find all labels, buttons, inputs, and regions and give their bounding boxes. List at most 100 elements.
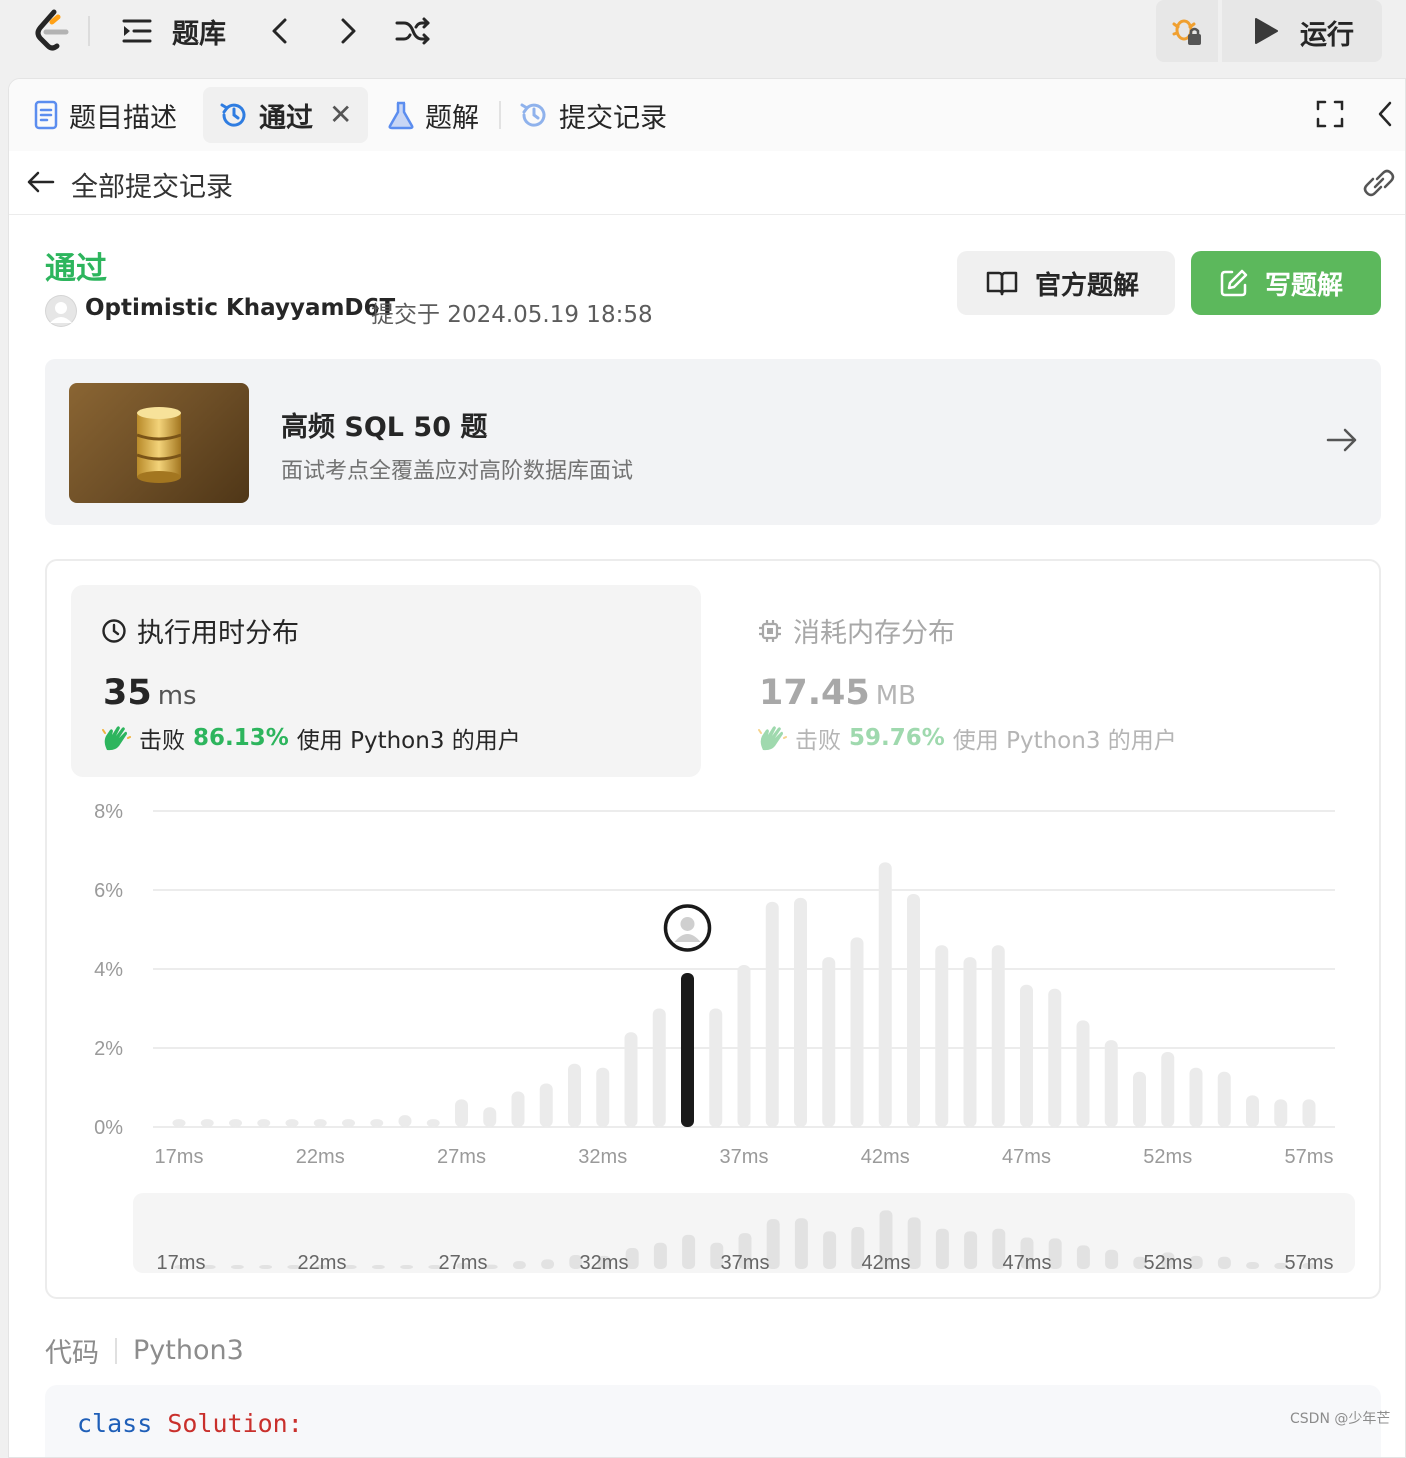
runtime-heading: 执行用时分布	[101, 611, 299, 650]
bar	[285, 1119, 299, 1127]
edit-icon	[1220, 269, 1248, 297]
user-name[interactable]: Optimistic KhayyamD6T	[85, 295, 395, 321]
bug-lock-icon	[1172, 19, 1201, 45]
bar	[850, 937, 864, 1127]
write-solution-button[interactable]: 写题解	[1191, 251, 1381, 315]
top-navbar: 题库 运行	[0, 0, 1406, 62]
bar	[539, 1083, 553, 1127]
write-solution-label: 写题解	[1265, 270, 1344, 301]
memory-value: 17.45 MB	[759, 673, 916, 713]
flask-icon	[388, 101, 414, 130]
debug-button[interactable]	[1156, 0, 1218, 62]
runtime-distribution-chart[interactable]: 0% 2% 4% 6% 8% 17ms 22ms 27ms 32ms 37ms 42ms 47ms 52…	[47, 791, 1379, 1191]
divider	[88, 16, 90, 46]
bar	[878, 862, 892, 1127]
bar	[426, 1119, 440, 1127]
arrow-right-icon[interactable]	[1325, 425, 1359, 455]
bar	[342, 1119, 355, 1127]
mini-bar	[400, 1265, 414, 1269]
clock-icon	[102, 618, 126, 643]
leetcode-logo-icon[interactable]	[30, 8, 70, 54]
tab-description[interactable]: 题目描述	[33, 87, 177, 143]
fullscreen-icon[interactable]	[1315, 99, 1345, 129]
x-tick-label: 42ms	[861, 1146, 910, 1168]
official-solution-button[interactable]: 官方题解	[957, 251, 1175, 315]
run-button[interactable]: 运行	[1222, 0, 1382, 62]
mini-x-tick-label: 37ms	[721, 1252, 770, 1273]
runtime-stat[interactable]: 执行用时分布 35 ms 击败 86.13% 使用 Python3 的用户	[71, 585, 701, 777]
document-icon	[34, 100, 58, 130]
problem-list-icon[interactable]	[120, 15, 154, 47]
bar	[907, 893, 920, 1127]
user-marker-head	[680, 916, 695, 931]
submission-status: 通过	[45, 251, 107, 287]
submission-panel: 题目描述 通过 ✕ 题解 提交记录 全部提交记录 通过 Optimistic K…	[8, 78, 1406, 1458]
all-submissions-link[interactable]: 全部提交记录	[71, 165, 233, 204]
code-block[interactable]: class Solution:	[45, 1385, 1381, 1457]
watermark: CSDN @少年芒	[1290, 1411, 1391, 1427]
chevron-left-icon[interactable]	[1375, 99, 1397, 129]
tab-bar: 题目描述 通过 ✕ 题解 提交记录	[9, 79, 1405, 151]
tab-label: 题目描述	[69, 102, 177, 134]
problem-bank-title[interactable]: 题库	[172, 12, 226, 51]
mini-bar	[1105, 1249, 1119, 1269]
arrow-left-icon[interactable]	[25, 167, 57, 197]
mini-bar	[1217, 1256, 1231, 1269]
mini-bar	[794, 1218, 808, 1269]
y-tick-label: 2%	[94, 1038, 123, 1060]
submit-time: 提交于 2024.05.19 18:58	[371, 302, 653, 328]
shuffle-icon[interactable]	[394, 14, 432, 48]
bar	[1161, 1051, 1175, 1127]
mini-bar	[541, 1259, 555, 1269]
x-tick-label: 57ms	[1285, 1146, 1334, 1168]
bar	[511, 1091, 525, 1127]
bar	[1048, 988, 1062, 1127]
tab-submissions[interactable]: 提交记录	[519, 87, 667, 143]
bar	[935, 945, 949, 1127]
bar	[822, 957, 836, 1127]
history-icon	[520, 103, 546, 127]
link-icon[interactable]	[1361, 167, 1397, 199]
chart-range-brush[interactable]: 17ms 22ms 27ms 32ms 37ms 42ms 47ms 52ms 57ms	[133, 1193, 1355, 1273]
bar	[1133, 1071, 1146, 1127]
bar	[1246, 1095, 1259, 1127]
bar	[1104, 1040, 1118, 1127]
bar	[200, 1119, 214, 1127]
mini-x-tick-label: 52ms	[1144, 1252, 1193, 1273]
mini-bar	[653, 1242, 667, 1269]
runtime-beat: 击败 86.13% 使用 Python3 的用户	[101, 721, 521, 755]
study-plan-card[interactable]: 高频 SQL 50 题 面试考点全覆盖应对高阶数据库面试	[45, 359, 1381, 525]
clap-icon	[102, 726, 131, 751]
mini-bar	[964, 1231, 978, 1269]
bar	[483, 1107, 497, 1127]
mini-bar	[371, 1265, 385, 1269]
y-tick-label: 4%	[94, 959, 123, 981]
close-icon[interactable]: ✕	[329, 101, 352, 129]
bar	[1274, 1099, 1288, 1127]
mini-x-tick-label: 47ms	[1003, 1252, 1052, 1273]
bar	[229, 1119, 242, 1127]
code-heading: 代码	[45, 1338, 99, 1369]
x-tick-label: 22ms	[296, 1146, 345, 1168]
x-tick-label: 47ms	[1002, 1146, 1051, 1168]
divider	[499, 101, 501, 129]
bar	[370, 1119, 384, 1127]
chevron-right-icon[interactable]	[334, 14, 362, 48]
mini-bar	[512, 1261, 526, 1269]
bar	[765, 901, 779, 1127]
memory-beat: 击败 59.76% 使用 Python3 的用户	[757, 721, 1177, 755]
chevron-left-icon[interactable]	[266, 14, 294, 48]
bar	[991, 945, 1005, 1127]
bar	[624, 1032, 638, 1127]
beat-prefix: 击败	[795, 728, 841, 754]
memory-stat[interactable]: 消耗内存分布 17.45 MB 击败 59.76% 使用 Python3 的用户	[727, 585, 1347, 777]
bar	[709, 1008, 723, 1127]
study-plan-subtitle: 面试考点全覆盖应对高阶数据库面试	[281, 459, 634, 484]
memory-unit: MB	[875, 681, 916, 711]
tab-accepted[interactable]: 通过 ✕	[203, 87, 369, 143]
tab-solutions[interactable]: 题解	[387, 87, 479, 143]
x-tick-label: 27ms	[437, 1146, 486, 1168]
avatar[interactable]	[45, 295, 77, 327]
beat-suffix: 使用 Python3 的用户	[296, 728, 521, 754]
mini-bar	[935, 1228, 949, 1269]
